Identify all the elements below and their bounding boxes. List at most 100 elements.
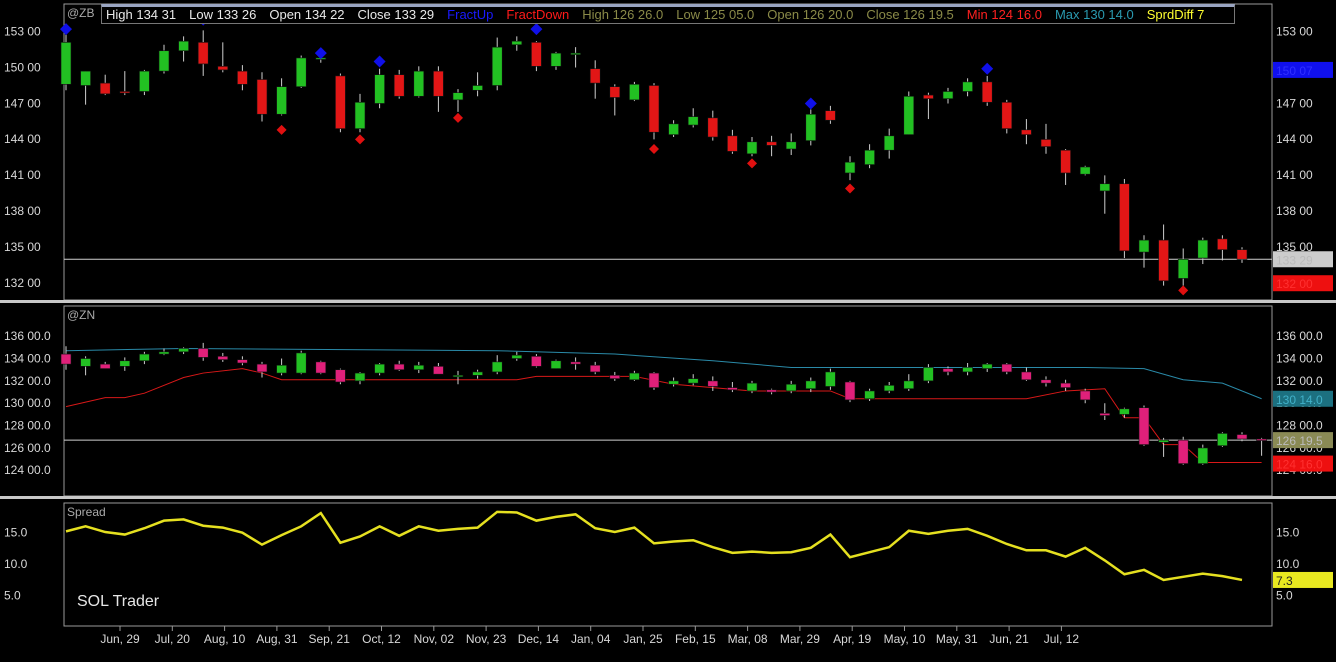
x-tick-label: Jun, 29	[100, 632, 140, 646]
y-tick-label-left: 10.0	[4, 557, 28, 571]
candle-body	[1060, 149, 1071, 174]
candle-body	[1158, 239, 1169, 282]
x-tick-label: Jun, 21	[989, 632, 1029, 646]
x-tick-label: Oct, 12	[362, 632, 401, 646]
candle-body	[1217, 238, 1228, 250]
candle-body	[295, 352, 307, 374]
candle-body	[335, 75, 346, 129]
candle-body	[119, 360, 131, 367]
y-tick-label-right: 132 00.0	[1276, 374, 1323, 388]
candle-body	[433, 70, 444, 97]
x-tick-label: Mar, 29	[780, 632, 820, 646]
candle-body	[1001, 363, 1013, 373]
y-tick-label-right: 144 00	[1276, 132, 1313, 146]
candle-body	[844, 381, 856, 401]
candle-body	[550, 360, 562, 369]
info-item: High 134 31	[106, 7, 177, 22]
info-item: Open 126 20.0	[767, 7, 854, 22]
y-tick-label-right: 10.0	[1276, 557, 1300, 571]
fractal-up-marker	[530, 23, 543, 36]
candle-body	[844, 161, 856, 174]
y-tick-label-left: 128 00.0	[4, 418, 51, 432]
candle-body	[531, 355, 542, 367]
candle-body	[570, 361, 581, 365]
candle-body	[256, 363, 268, 373]
panel-zb[interactable]: 153 00153 00150 00150 00147 00147 00144 …	[4, 3, 1333, 301]
candle-body	[609, 374, 621, 379]
candle-body	[1217, 433, 1228, 447]
candle-body	[825, 371, 836, 387]
candle-body	[1099, 183, 1111, 192]
panel-spread[interactable]: 15.0 15.010.0 10.05.0 5.07.3	[4, 502, 1333, 627]
y-tick-label-right: 15.0	[1276, 525, 1300, 539]
x-tick-label: Nov, 23	[466, 632, 507, 646]
candle-body	[374, 363, 385, 374]
candle-body	[942, 91, 954, 99]
y-tick-label-right: 134 00.0	[1276, 351, 1323, 365]
candle-body	[158, 351, 170, 355]
candle-body	[864, 390, 875, 400]
candle-body	[256, 79, 268, 115]
candle-body	[217, 355, 229, 360]
fractal-up-marker	[373, 55, 386, 68]
info-item: FractUp	[447, 7, 494, 22]
y-tick-label-right: 153 00	[1276, 24, 1313, 38]
info-item: FractDown	[506, 7, 570, 22]
candle-body	[550, 52, 562, 67]
candle-body	[883, 385, 895, 392]
y-tick-label-left: 153 00	[4, 24, 41, 38]
candle-body	[1021, 129, 1032, 135]
candle-body	[276, 364, 287, 374]
candle-body	[648, 85, 660, 133]
candle-body	[1099, 412, 1111, 416]
candle-body	[1079, 390, 1091, 401]
price-label: 126 19.5	[1276, 434, 1323, 448]
y-tick-label-right: 136 00.0	[1276, 329, 1323, 343]
fractal-up-marker	[804, 97, 817, 110]
chart-canvas: 153 00153 00150 00150 00147 00147 00144 …	[0, 3, 1336, 646]
candle-body	[315, 361, 327, 374]
panel-frame	[63, 502, 1273, 627]
fractal-down-marker	[747, 158, 757, 169]
candle-body	[727, 135, 738, 152]
candle-body	[413, 70, 425, 97]
fractal-up-marker	[60, 23, 72, 36]
y-tick-label-left: 124 00.0	[4, 463, 51, 477]
candle-body	[413, 364, 425, 371]
x-tick-label: Nov, 02	[414, 632, 455, 646]
panel-separator	[0, 496, 1336, 499]
candle-body	[217, 66, 229, 71]
candle-body	[668, 380, 679, 385]
candle-body	[1197, 447, 1209, 464]
fractal-down-marker	[649, 144, 659, 155]
fractal-down-marker	[1178, 285, 1189, 296]
candle-body	[1158, 439, 1169, 443]
candle-body	[962, 367, 973, 373]
candle-body	[825, 110, 836, 121]
info-item: Close 133 29	[357, 7, 435, 22]
candle-body	[354, 101, 366, 129]
candle-body	[589, 68, 601, 84]
candle-body	[903, 380, 915, 390]
panel-frame	[63, 305, 1273, 497]
candle-body	[237, 70, 248, 85]
candle-body	[1119, 408, 1130, 415]
x-tick-label: Sep, 21	[309, 632, 351, 646]
panel-zn[interactable]: 136 00.0 136 00.0 134 00.0 134 00.0 132 00.0…	[4, 305, 1333, 497]
candle-body	[472, 371, 483, 376]
candle-body	[197, 42, 209, 65]
candle-body	[766, 141, 777, 146]
y-tick-label-right: 141 00	[1276, 168, 1313, 182]
candle-body	[1040, 139, 1052, 147]
y-tick-label-left: 5.0	[4, 588, 21, 602]
panel-frame	[63, 3, 1273, 301]
candle-body	[178, 40, 189, 52]
candle-body	[295, 57, 307, 87]
candle-body	[1236, 249, 1248, 260]
x-tick-label: Jan, 25	[623, 632, 663, 646]
info-item: Max 130 14.0	[1054, 7, 1134, 22]
candle-body	[687, 116, 699, 126]
candle-body	[60, 42, 72, 85]
y-tick-label-right: 138 00	[1276, 204, 1313, 218]
y-tick-label-left: 135 00	[4, 240, 41, 254]
